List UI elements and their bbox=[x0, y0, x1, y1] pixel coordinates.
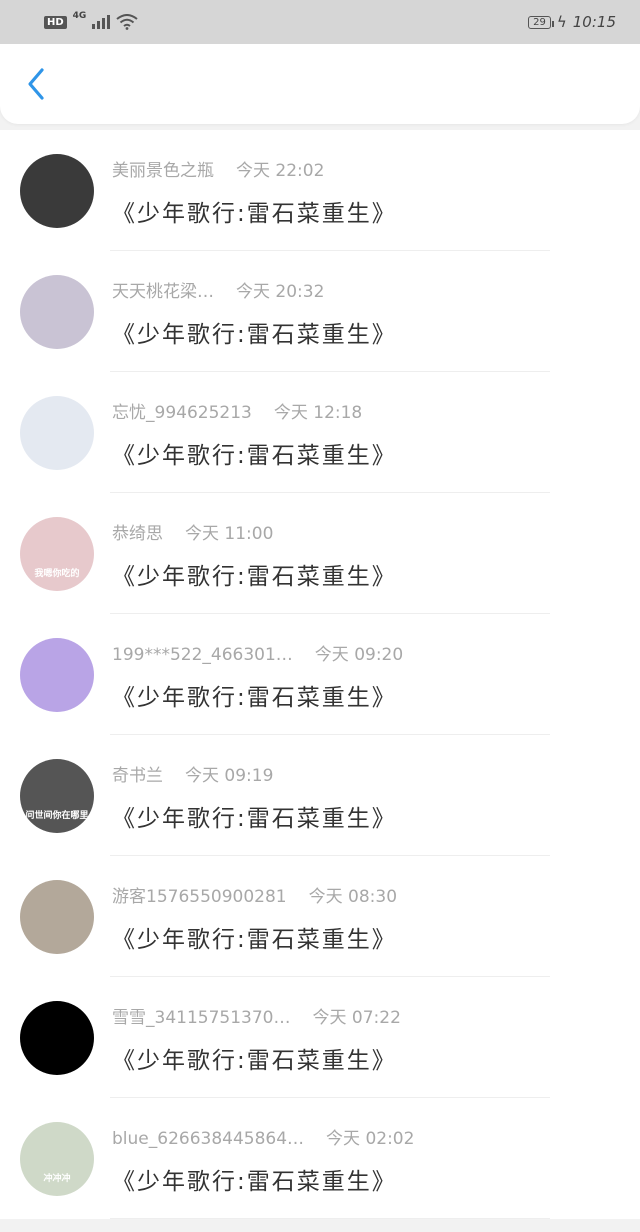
item-meta: 雪雪_34115751370… 今天 07:22 bbox=[112, 1003, 401, 1028]
user-name[interactable]: 美丽景色之瓶 bbox=[112, 156, 214, 181]
item-meta: 恭绮思 今天 11:00 bbox=[112, 519, 273, 544]
avatar[interactable] bbox=[20, 638, 94, 712]
item-meta: 忘忧_994625213 今天 12:18 bbox=[112, 398, 362, 423]
battery-icon: 29 bbox=[528, 15, 554, 29]
clock: 10:15 bbox=[572, 13, 616, 31]
avatar[interactable] bbox=[20, 880, 94, 954]
timestamp: 今天 09:19 bbox=[185, 766, 274, 786]
charging-icon: ϟ bbox=[556, 13, 567, 31]
book-title[interactable]: 《少年歌行:雷石菜重生》 bbox=[112, 557, 397, 591]
book-title[interactable]: 《少年歌行:雷石菜重生》 bbox=[112, 194, 397, 228]
book-title[interactable]: 《少年歌行:雷石菜重生》 bbox=[112, 315, 397, 349]
timestamp: 今天 09:20 bbox=[314, 645, 404, 665]
book-title[interactable]: 《少年歌行:雷石菜重生》 bbox=[112, 678, 397, 712]
avatar[interactable]: 冲冲冲 bbox=[20, 1122, 94, 1196]
book-title[interactable]: 《少年歌行:雷石菜重生》 bbox=[112, 1041, 397, 1075]
avatar-caption: 冲冲冲 bbox=[43, 1174, 71, 1184]
book-title[interactable]: 《少年歌行:雷石菜重生》 bbox=[112, 436, 397, 470]
chevron-left-icon bbox=[28, 68, 44, 100]
user-name[interactable]: 雪雪_34115751370… bbox=[112, 1003, 290, 1028]
list-item[interactable]: 美丽景色之瓶 今天 22:02 《少年歌行:雷石菜重生》 bbox=[0, 130, 640, 251]
user-name[interactable]: 恭绮思 bbox=[112, 519, 163, 544]
item-meta: 美丽景色之瓶 今天 22:02 bbox=[112, 156, 324, 181]
user-name[interactable]: 199***522_466301… bbox=[112, 645, 293, 665]
list-item[interactable]: 199***522_466301… 今天 09:20 《少年歌行:雷石菜重生》 bbox=[0, 614, 640, 735]
list-item[interactable]: 问世间你在哪里 奇书兰 今天 09:19 《少年歌行:雷石菜重生》 bbox=[0, 735, 640, 856]
list-item[interactable]: 游客1576550900281 今天 08:30 《少年歌行:雷石菜重生》 bbox=[0, 856, 640, 977]
timestamp: 今天 12:18 bbox=[273, 403, 363, 423]
timestamp: 今天 22:02 bbox=[236, 161, 325, 181]
avatar[interactable] bbox=[20, 1001, 94, 1075]
nav-bar bbox=[0, 44, 640, 124]
item-meta: 天天桃花梁… 今天 20:32 bbox=[112, 277, 324, 302]
avatar[interactable] bbox=[20, 154, 94, 228]
avatar[interactable]: 我嗯你吃的 bbox=[20, 517, 94, 591]
timestamp: 今天 11:00 bbox=[185, 524, 274, 544]
timestamp: 今天 07:22 bbox=[312, 1008, 401, 1028]
list-item[interactable]: 忘忧_994625213 今天 12:18 《少年歌行:雷石菜重生》 bbox=[0, 372, 640, 493]
back-button[interactable] bbox=[18, 66, 54, 102]
signal-icon bbox=[92, 15, 111, 29]
item-meta: blue_626638445864… 今天 02:02 bbox=[112, 1124, 414, 1149]
user-name[interactable]: blue_626638445864… bbox=[112, 1129, 304, 1149]
status-bar: HD 4G 29 ϟ 10:15 bbox=[0, 0, 640, 44]
list-item[interactable]: 雪雪_34115751370… 今天 07:22 《少年歌行:雷石菜重生》 bbox=[0, 977, 640, 1098]
item-meta: 游客1576550900281 今天 08:30 bbox=[112, 882, 397, 907]
timestamp: 今天 20:32 bbox=[236, 282, 325, 302]
list-item[interactable]: 天天桃花梁… 今天 20:32 《少年歌行:雷石菜重生》 bbox=[0, 251, 640, 372]
item-meta: 199***522_466301… 今天 09:20 bbox=[112, 640, 403, 665]
book-title[interactable]: 《少年歌行:雷石菜重生》 bbox=[112, 1162, 397, 1196]
item-meta: 奇书兰 今天 09:19 bbox=[112, 761, 273, 786]
list-item[interactable]: 我嗯你吃的 恭绮思 今天 11:00 《少年歌行:雷石菜重生》 bbox=[0, 493, 640, 614]
timestamp: 今天 08:30 bbox=[308, 887, 398, 907]
user-name[interactable]: 奇书兰 bbox=[112, 761, 163, 786]
avatar[interactable] bbox=[20, 396, 94, 470]
book-title[interactable]: 《少年歌行:雷石菜重生》 bbox=[112, 920, 397, 954]
avatar-caption: 问世间你在哪里 bbox=[25, 811, 89, 821]
user-name[interactable]: 忘忧_994625213 bbox=[112, 398, 252, 423]
user-name[interactable]: 天天桃花梁… bbox=[112, 277, 214, 302]
timestamp: 今天 02:02 bbox=[326, 1129, 415, 1149]
network-type: 4G bbox=[72, 11, 87, 21]
avatar[interactable]: 问世间你在哪里 bbox=[20, 759, 94, 833]
list-item[interactable]: 冲冲冲 blue_626638445864… 今天 02:02 《少年歌行:雷石菜重生… bbox=[0, 1098, 640, 1219]
avatar[interactable] bbox=[20, 275, 94, 349]
avatar-caption: 我嗯你吃的 bbox=[34, 569, 80, 579]
comment-list: 美丽景色之瓶 今天 22:02 《少年歌行:雷石菜重生》 天天桃花梁… 今天 20:32… bbox=[0, 130, 640, 1219]
user-name[interactable]: 游客1576550900281 bbox=[112, 882, 287, 907]
wifi-icon bbox=[116, 14, 138, 30]
hd-badge: HD bbox=[44, 15, 67, 29]
book-title[interactable]: 《少年歌行:雷石菜重生》 bbox=[112, 799, 397, 833]
